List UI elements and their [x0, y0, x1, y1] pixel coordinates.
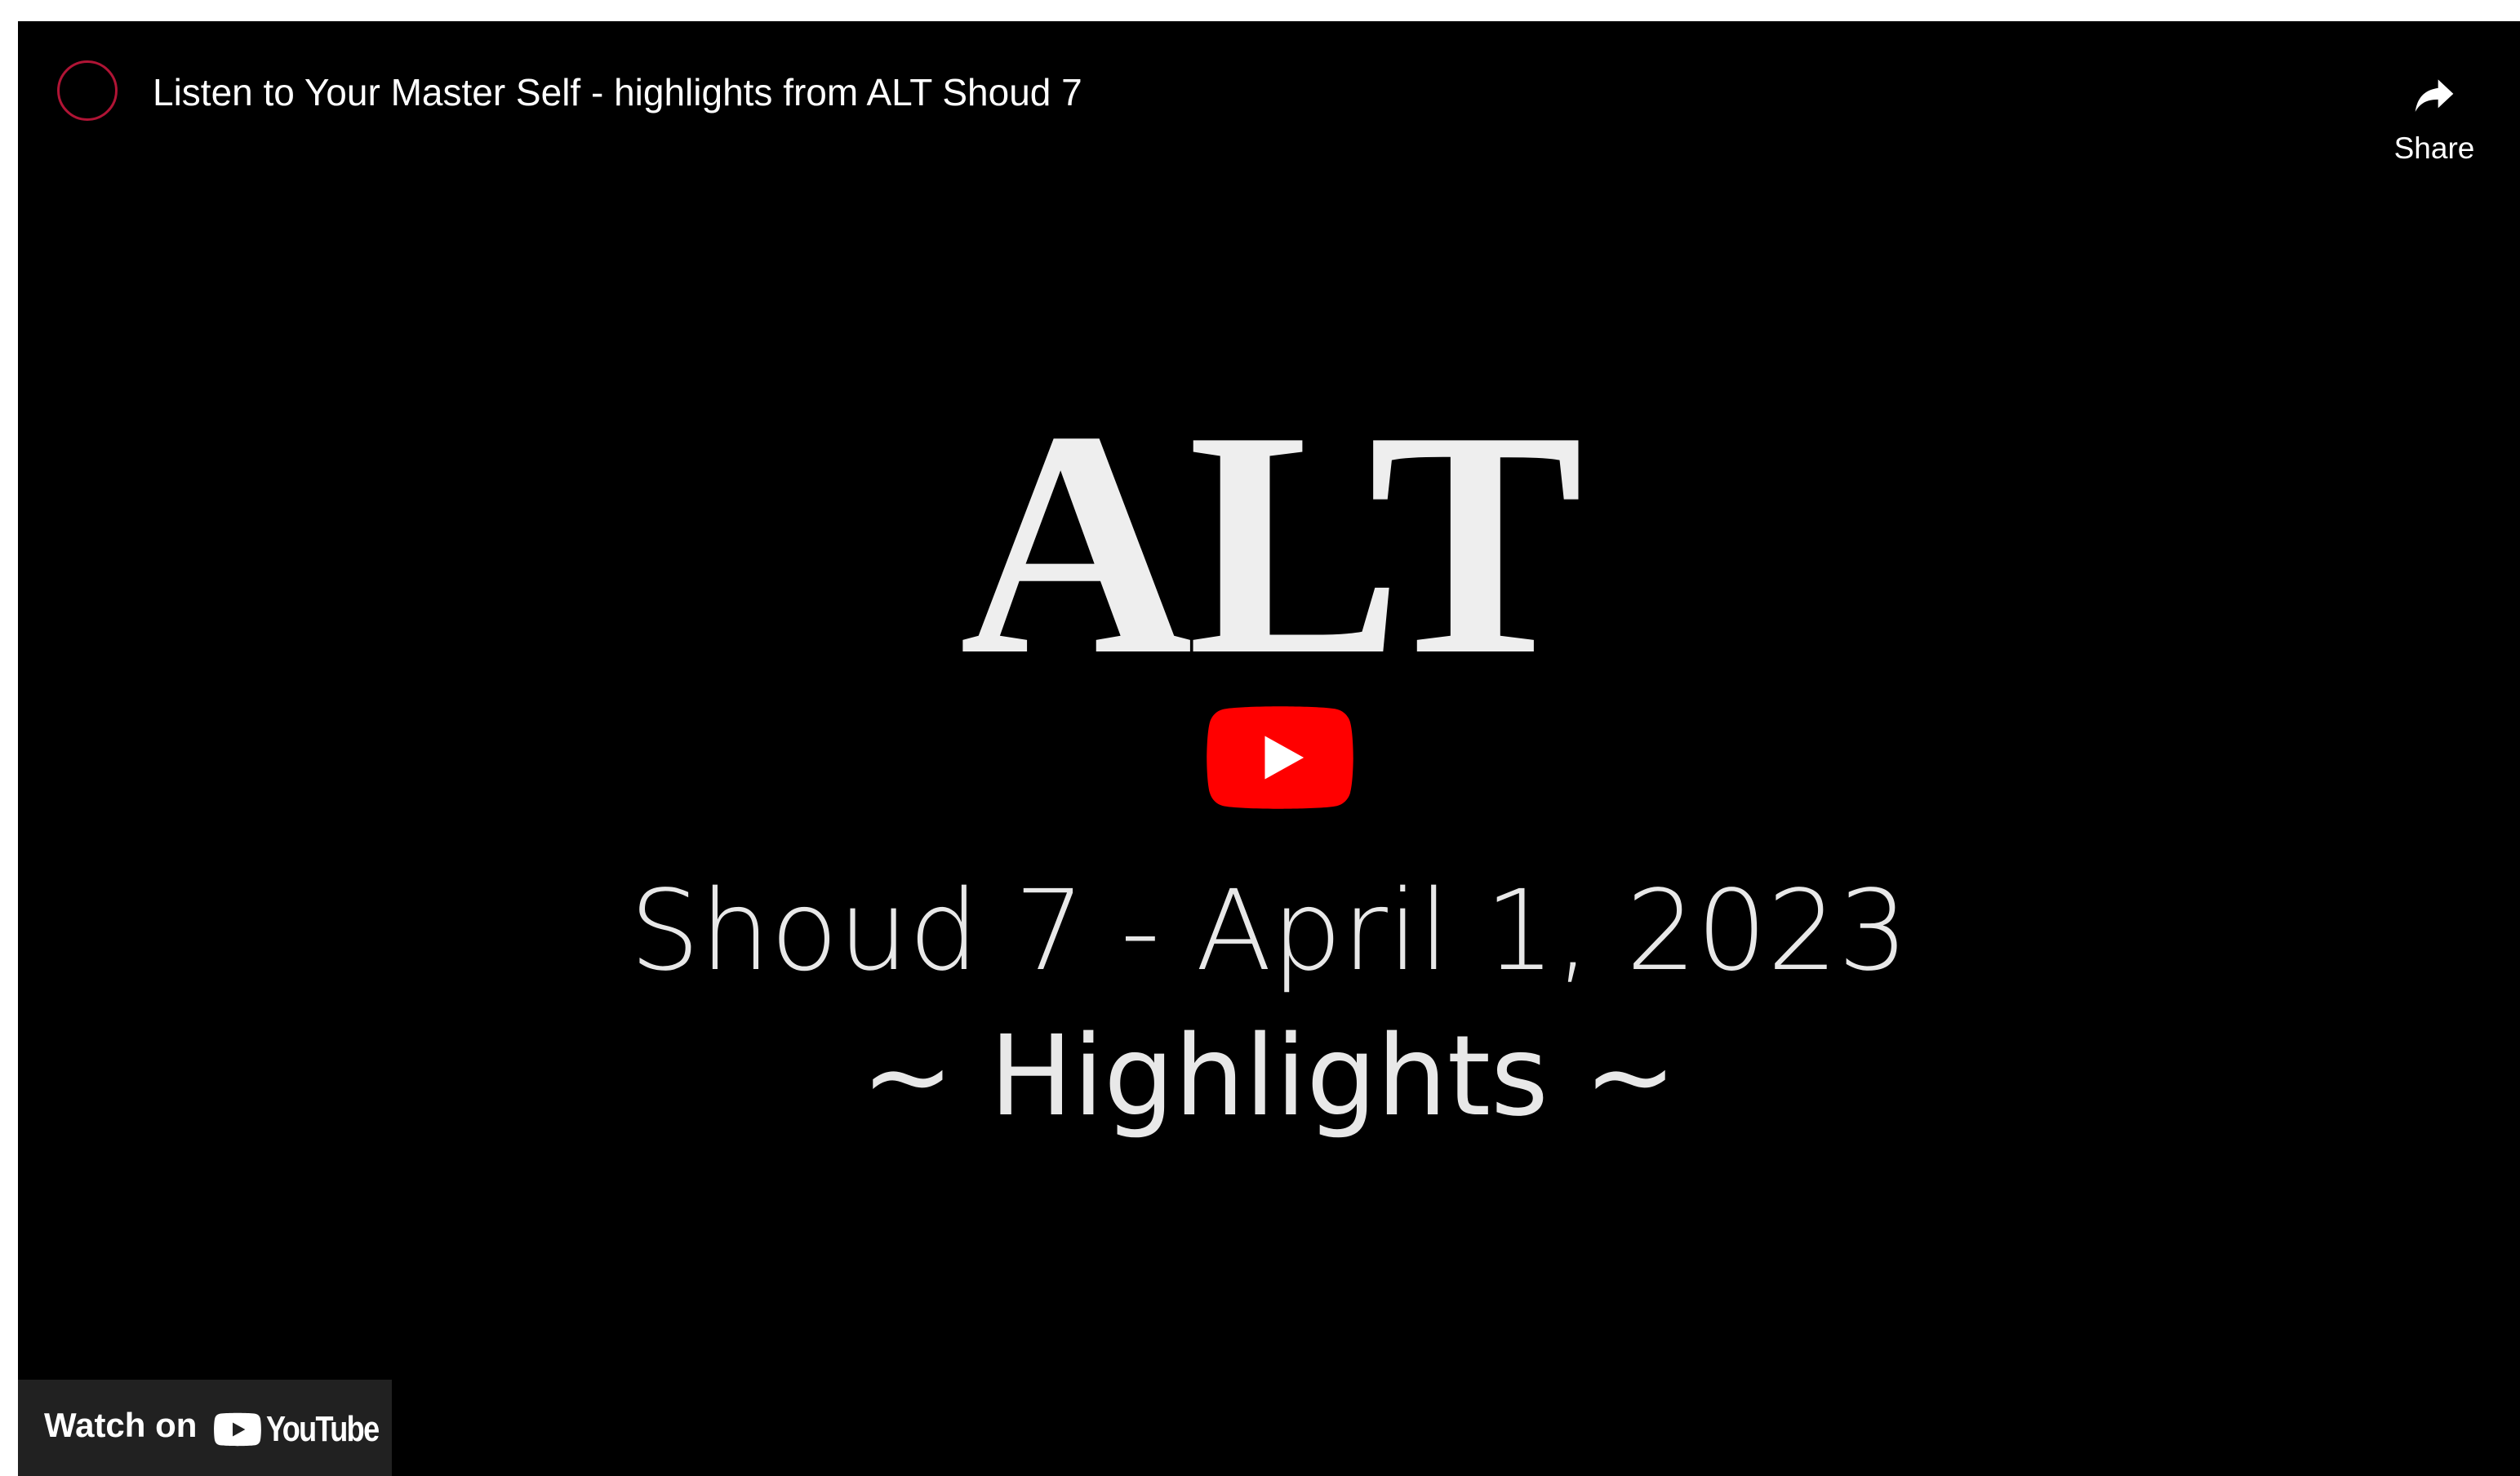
thumbnail-subtitle: Shoud 7 - April 1, 2023	[629, 867, 1909, 996]
share-arrow-icon	[2415, 79, 2454, 112]
play-icon	[1207, 706, 1353, 809]
share-button[interactable]: Share	[2385, 49, 2483, 171]
play-button[interactable]	[1207, 705, 1353, 810]
thumbnail-logo-text: ALT	[959, 365, 1584, 722]
youtube-wordmark: YouTube	[266, 1409, 380, 1449]
channel-avatar-icon[interactable]	[57, 60, 118, 121]
youtube-logo-icon	[214, 1412, 261, 1447]
video-title[interactable]: Listen to Your Master Self - highlights …	[153, 69, 1082, 116]
watch-on-label: Watch on	[44, 1406, 198, 1444]
youtube-logo: YouTube	[214, 1409, 380, 1449]
thumbnail-highlights: ~ Highlights ~	[860, 1012, 1678, 1141]
video-player[interactable]: Listen to Your Master Self - highlights …	[18, 21, 2520, 1476]
watch-on-youtube-button[interactable]: Watch on YouTube	[18, 1380, 392, 1476]
share-label: Share	[2393, 131, 2475, 165]
